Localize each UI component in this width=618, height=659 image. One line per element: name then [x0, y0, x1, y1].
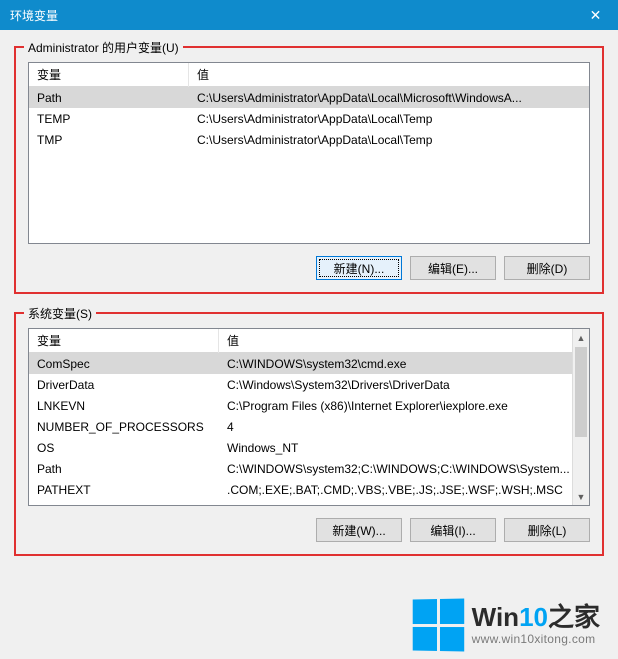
table-row[interactable]: LNKEVNC:\Program Files (x86)\Internet Ex… — [29, 395, 589, 416]
system-variables-group: 系统变量(S) 变量 值 ComSpecC:\WINDOWS\system32\… — [14, 312, 604, 556]
cell-variable-name: PATHEXT — [29, 481, 219, 499]
window-title: 环境变量 — [10, 7, 58, 24]
system-list-header: 变量 值 — [29, 329, 589, 353]
cell-variable-name: DriverData — [29, 376, 219, 394]
user-variables-group: Administrator 的用户变量(U) 变量 值 PathC:\Users… — [14, 46, 604, 294]
cell-variable-value: C:\Windows\System32\Drivers\DriverData — [219, 376, 589, 394]
cell-variable-name: NUMBER_OF_PROCESSORS — [29, 418, 219, 436]
scroll-up-icon[interactable]: ▲ — [573, 329, 589, 346]
cell-variable-name: TMP — [29, 131, 189, 149]
user-delete-button[interactable]: 删除(D) — [504, 256, 590, 280]
brand-suffix: 之家 — [548, 602, 600, 632]
table-row[interactable]: PathC:\WINDOWS\system32;C:\WINDOWS;C:\WI… — [29, 458, 589, 479]
scrollbar-thumb[interactable] — [575, 347, 587, 437]
cell-variable-name: Path — [29, 460, 219, 478]
table-row[interactable]: OSWindows_NT — [29, 437, 589, 458]
close-button[interactable]: ✕ — [573, 0, 618, 30]
user-group-label: Administrator 的用户变量(U) — [24, 39, 183, 56]
user-col-name[interactable]: 变量 — [29, 62, 189, 87]
cell-variable-value: Windows_NT — [219, 439, 589, 457]
cell-variable-name: ComSpec — [29, 355, 219, 373]
table-row[interactable]: DriverDataC:\Windows\System32\Drivers\Dr… — [29, 374, 589, 395]
user-col-value[interactable]: 值 — [189, 62, 589, 87]
user-variables-list[interactable]: 变量 值 PathC:\Users\Administrator\AppData\… — [28, 62, 590, 244]
table-row[interactable]: ComSpecC:\WINDOWS\system32\cmd.exe — [29, 353, 589, 374]
system-scrollbar[interactable]: ▲ ▼ — [572, 329, 589, 505]
cell-variable-name: LNKEVN — [29, 397, 219, 415]
table-row[interactable]: NUMBER_OF_PROCESSORS4 — [29, 416, 589, 437]
close-icon: ✕ — [590, 7, 602, 24]
window-titlebar: 环境变量 ✕ — [0, 0, 618, 30]
system-delete-button[interactable]: 删除(L) — [504, 518, 590, 542]
watermark-brand: Win10之家 — [472, 603, 600, 633]
watermark-url: www.win10xitong.com — [472, 633, 600, 647]
cell-variable-value: C:\WINDOWS\system32;C:\WINDOWS;C:\WINDOW… — [219, 460, 589, 478]
cell-variable-value: 4 — [219, 418, 589, 436]
cell-variable-name: TEMP — [29, 110, 189, 128]
user-buttons-row: 新建(N)... 编辑(E)... 删除(D) — [28, 256, 590, 280]
system-new-button[interactable]: 新建(W)... — [316, 518, 402, 542]
brand-accent: 10 — [519, 602, 548, 632]
watermark: Win10之家 www.win10xitong.com — [412, 599, 600, 651]
system-variables-list[interactable]: 变量 值 ComSpecC:\WINDOWS\system32\cmd.exeD… — [28, 328, 590, 506]
table-row[interactable]: TMPC:\Users\Administrator\AppData\Local\… — [29, 129, 589, 150]
table-row[interactable]: TEMPC:\Users\Administrator\AppData\Local… — [29, 108, 589, 129]
system-col-value[interactable]: 值 — [219, 328, 589, 353]
cell-variable-value: C:\Users\Administrator\AppData\Local\Mic… — [189, 89, 589, 107]
cell-variable-value: C:\Users\Administrator\AppData\Local\Tem… — [189, 110, 589, 128]
table-row[interactable]: PathC:\Users\Administrator\AppData\Local… — [29, 87, 589, 108]
dialog-body: Administrator 的用户变量(U) 变量 值 PathC:\Users… — [0, 30, 618, 659]
watermark-text: Win10之家 www.win10xitong.com — [472, 603, 600, 647]
scroll-down-icon[interactable]: ▼ — [573, 488, 589, 505]
system-buttons-row: 新建(W)... 编辑(I)... 删除(L) — [28, 518, 590, 542]
user-list-header: 变量 值 — [29, 63, 589, 87]
cell-variable-value: C:\Program Files (x86)\Internet Explorer… — [219, 397, 589, 415]
table-row[interactable]: PATHEXT.COM;.EXE;.BAT;.CMD;.VBS;.VBE;.JS… — [29, 479, 589, 500]
cell-variable-name: Path — [29, 89, 189, 107]
user-new-button[interactable]: 新建(N)... — [316, 256, 402, 280]
cell-variable-name: OS — [29, 439, 219, 457]
cell-variable-value: C:\Users\Administrator\AppData\Local\Tem… — [189, 131, 589, 149]
cell-variable-value: .COM;.EXE;.BAT;.CMD;.VBS;.VBE;.JS;.JSE;.… — [219, 481, 589, 499]
system-col-name[interactable]: 变量 — [29, 328, 219, 353]
system-group-label: 系统变量(S) — [24, 305, 96, 322]
brand-prefix: Win — [472, 602, 519, 632]
system-edit-button[interactable]: 编辑(I)... — [410, 518, 496, 542]
user-edit-button[interactable]: 编辑(E)... — [410, 256, 496, 280]
windows-logo-icon — [412, 599, 464, 652]
cell-variable-value: C:\WINDOWS\system32\cmd.exe — [219, 355, 589, 373]
